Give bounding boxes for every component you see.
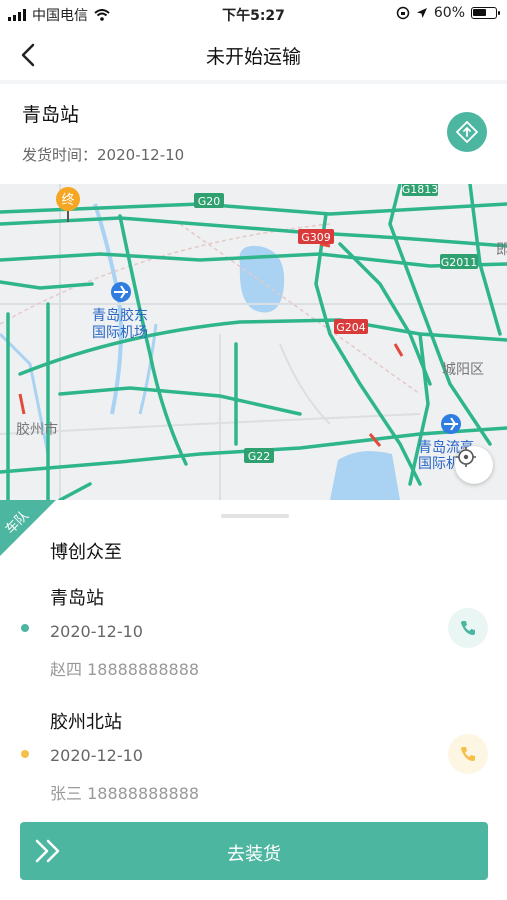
road-shield: G20 (194, 193, 224, 208)
stop-dot (21, 624, 29, 632)
phone-icon (461, 621, 475, 635)
route-map[interactable]: 终 青岛胶东 国际机场 青岛流亭 国际机 胶州市 城阳区 即 G20 G309 … (0, 184, 507, 500)
ship-time-label: 发货时间： (22, 146, 98, 164)
map-label-jiaozhou: 胶州市 (16, 421, 58, 438)
rotation-lock-icon (396, 6, 410, 20)
drag-handle[interactable] (221, 514, 289, 518)
call-button[interactable] (448, 734, 488, 774)
map-label-edge: 即 (496, 242, 507, 258)
map-canvas: 终 青岛胶东 国际机场 青岛流亭 国际机 胶州市 城阳区 即 G20 G309 … (0, 184, 507, 500)
ship-time-value: 2020-12-10 (97, 146, 185, 164)
status-right: 60% (396, 5, 500, 21)
origin-card: 青岛站 发货时间：2020-12-10 (0, 84, 507, 184)
map-label-airport-1: 青岛胶东 (92, 307, 148, 324)
go-load-label: 去装货 (227, 844, 281, 865)
battery-icon (471, 7, 500, 19)
page-title: 未开始运输 (205, 46, 301, 68)
map-label-liuting-2: 国际机 (418, 456, 460, 472)
road-shield: G309 (298, 229, 334, 244)
stop-contact: 赵四 18888888888 (50, 660, 200, 679)
svg-text:G2011: G2011 (441, 256, 478, 269)
stop-dot (21, 750, 29, 758)
origin-station: 青岛站 (22, 104, 80, 126)
nav-bar: 未开始运输 (0, 28, 507, 80)
stop-date: 2020-12-10 (50, 622, 143, 641)
road-shield: G2011 (440, 254, 478, 269)
phone-icon (461, 747, 475, 761)
navigate-button[interactable] (447, 112, 487, 152)
stop-name: 青岛站 (50, 588, 104, 609)
end-marker-label: 终 (61, 192, 74, 208)
navigation-arrow-icon (456, 121, 478, 143)
call-button[interactable] (448, 608, 488, 648)
go-load-button[interactable]: 去装货 (20, 822, 488, 880)
battery-percent: 60% (433, 5, 465, 21)
stop-contact: 张三 18888888888 (50, 784, 200, 803)
crosshair-icon (456, 447, 476, 467)
road-shield: G204 (334, 319, 368, 334)
svg-text:G309: G309 (301, 231, 331, 244)
svg-text:G22: G22 (248, 450, 271, 463)
road-shield: G1813 (402, 184, 439, 196)
svg-text:G20: G20 (198, 195, 221, 208)
road-shield: G22 (244, 448, 274, 463)
stop-date: 2020-12-10 (50, 746, 143, 765)
stop-name: 胶州北站 (50, 712, 122, 733)
locate-me-button[interactable] (455, 446, 493, 484)
svg-text:G1813: G1813 (402, 184, 439, 196)
fleet-tag: 车队 (0, 500, 56, 556)
map-label-chengyang: 城阳区 (442, 362, 484, 378)
ship-time: 发货时间：2020-12-10 (22, 144, 184, 165)
location-arrow-icon (416, 8, 427, 18)
company-name: 博创众至 (50, 542, 122, 563)
map-label-airport-2: 国际机场 (92, 325, 148, 341)
svg-text:G204: G204 (336, 321, 366, 334)
status-bar: 中国电信 下午5:27 60% (0, 0, 507, 28)
airport-icon (441, 414, 461, 434)
airport-icon (111, 282, 131, 302)
